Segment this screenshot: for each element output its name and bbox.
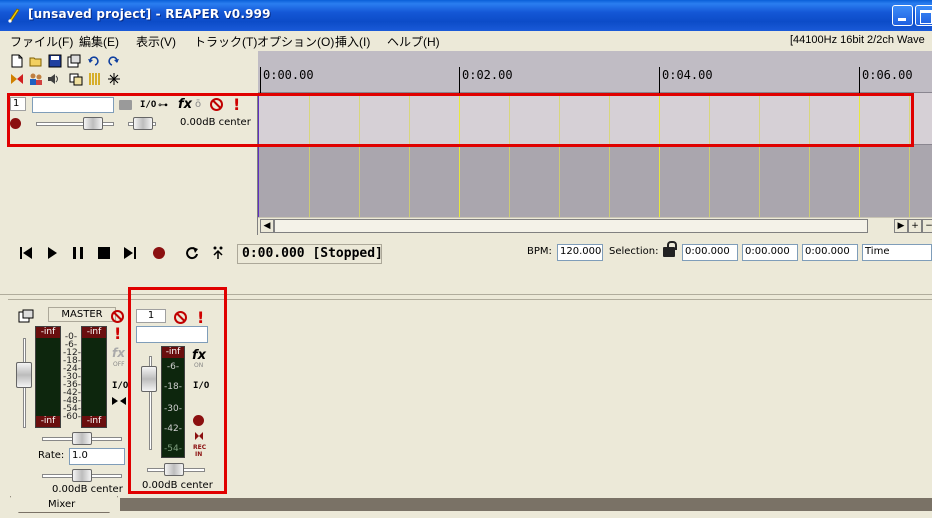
metronome-icon[interactable]: [10, 72, 24, 86]
ripple-edit-icon[interactable]: [107, 72, 121, 86]
bpm-input[interactable]: 120.000: [557, 244, 603, 261]
time-mode-select[interactable]: Time: [862, 244, 932, 261]
audio-format-info: [44100Hz 16bit 2/2ch Wave: [790, 34, 925, 46]
undo-icon[interactable]: [87, 54, 101, 68]
stop-icon[interactable]: [96, 245, 112, 261]
scroll-thumb[interactable]: [274, 219, 868, 233]
selection-start-input[interactable]: 0:00.000: [682, 244, 738, 261]
record-icon[interactable]: [151, 245, 167, 261]
maximize-button[interactable]: [915, 5, 932, 26]
horizontal-scrollbar[interactable]: ◀ ▶ + −: [258, 217, 932, 234]
go-to-end-icon[interactable]: [122, 245, 138, 261]
people-icon[interactable]: [29, 72, 43, 86]
master-fader-knob[interactable]: [16, 362, 32, 388]
master-fx-state: OFF: [113, 361, 125, 368]
master-meter-left-peak: -inf: [36, 327, 60, 338]
master-volume-readout: 0.00dB center: [52, 484, 123, 495]
master-io-button[interactable]: I/O: [112, 381, 128, 391]
track-highlight-box: [7, 93, 914, 147]
reaper-app-icon: [8, 8, 20, 23]
ruler-tick: [459, 67, 460, 93]
new-file-icon[interactable]: [10, 54, 24, 68]
menu-file[interactable]: ファイル(F): [10, 33, 73, 50]
project-settings-icon[interactable]: [67, 54, 81, 68]
menu-track[interactable]: トラック(T): [194, 33, 257, 50]
master-width-knob[interactable]: [72, 432, 92, 445]
redo-icon[interactable]: [106, 54, 120, 68]
master-rate-input[interactable]: 1.0: [69, 448, 125, 465]
main-toolbar: [0, 51, 258, 91]
menu-help[interactable]: ヘルプ(H): [387, 33, 440, 50]
minimize-button[interactable]: [892, 5, 913, 26]
master-meter-right-peak: -inf: [82, 327, 106, 338]
menu-insert[interactable]: 挿入(I): [335, 33, 370, 50]
menu-view[interactable]: 表示(V): [136, 33, 176, 50]
master-settings-icon[interactable]: [18, 309, 34, 323]
transport-bar: 0:00.000 [Stopped] BPM: 120.000 Selectio…: [0, 235, 932, 295]
window-title: [unsaved project] - REAPER v0.999: [28, 7, 271, 21]
bpm-label: BPM:: [527, 246, 552, 257]
ruler-tick: [859, 67, 860, 93]
ruler-label: 0:00.00: [263, 68, 314, 82]
channel-highlight-box: [128, 287, 227, 494]
master-rate-label: Rate:: [38, 450, 65, 461]
selection-length-input[interactable]: 0:00.000: [802, 244, 858, 261]
master-meter-left: -inf -inf: [35, 326, 61, 428]
snap-icon[interactable]: [69, 72, 83, 86]
master-stereo-icon[interactable]: [111, 396, 127, 406]
master-meter-right: -inf -inf: [81, 326, 107, 428]
play-icon[interactable]: [44, 245, 60, 261]
save-icon[interactable]: [48, 54, 62, 68]
ruler-tick: [659, 67, 660, 93]
mixer-tab-strip: [120, 498, 932, 511]
tab-mixer-label: Mixer: [48, 499, 76, 510]
edit-cursor-icon[interactable]: [210, 245, 226, 261]
grid-icon[interactable]: [88, 72, 102, 86]
go-to-start-icon[interactable]: [18, 245, 34, 261]
scroll-right-button[interactable]: ▶: [894, 219, 908, 233]
repeat-icon[interactable]: [184, 245, 200, 261]
menu-bar: ファイル(F) 編集(E) 表示(V) トラック(T) オプション(O) 挿入(…: [0, 31, 932, 51]
ruler-label: 0:06.00: [862, 68, 913, 82]
ruler-tick: [260, 67, 261, 93]
zoom-out-button[interactable]: −: [922, 219, 932, 233]
master-solo-icon[interactable]: !: [114, 324, 121, 343]
speaker-icon[interactable]: [46, 72, 60, 86]
scroll-left-button[interactable]: ◀: [260, 219, 274, 233]
master-meter-scale: -0- -6- -12- -18- -24- -30- -36- -42- -4…: [63, 333, 81, 425]
menu-options[interactable]: オプション(O): [257, 33, 334, 50]
ruler-label: 0:02.00: [462, 68, 513, 82]
selection-end-input[interactable]: 0:00.000: [742, 244, 798, 261]
selection-label: Selection:: [609, 246, 659, 257]
pause-icon[interactable]: [70, 245, 86, 261]
ruler-label: 0:04.00: [662, 68, 713, 82]
master-name: MASTER: [48, 307, 116, 322]
master-fx-button[interactable]: fx: [112, 346, 125, 360]
master-meter-right-bottom: -inf: [82, 416, 106, 427]
master-meter-left-bottom: -inf: [36, 416, 60, 427]
zoom-in-button[interactable]: +: [908, 219, 922, 233]
time-display: 0:00.000 [Stopped]: [237, 244, 383, 264]
menu-edit[interactable]: 編集(E): [79, 33, 119, 50]
lock-icon[interactable]: [663, 241, 677, 257]
master-pan-knob[interactable]: [72, 469, 92, 482]
timeline-ruler[interactable]: 0:00.00 0:02.00 0:04.00 0:06.00: [258, 51, 932, 93]
master-scale-label: -60-: [63, 412, 81, 422]
open-folder-icon[interactable]: [29, 54, 43, 68]
title-bar: [unsaved project] - REAPER v0.999: [0, 0, 932, 31]
master-mute-icon[interactable]: [111, 310, 124, 323]
